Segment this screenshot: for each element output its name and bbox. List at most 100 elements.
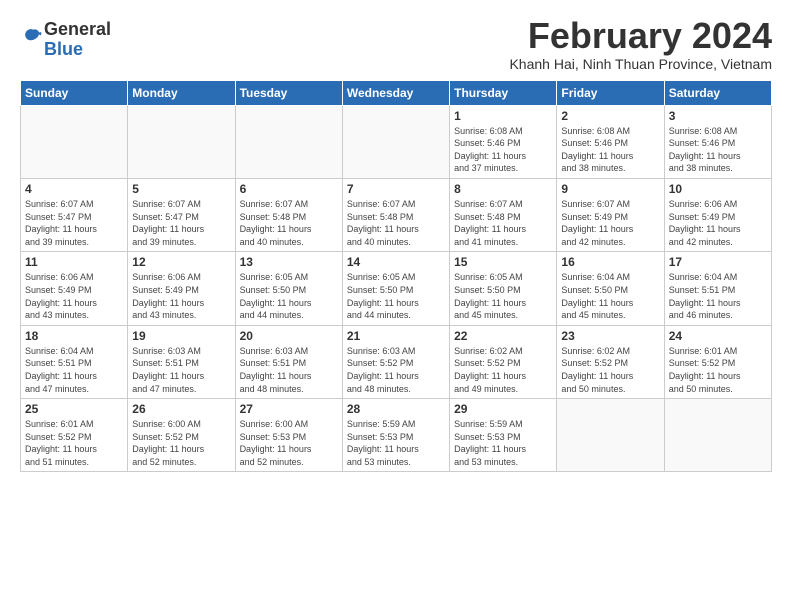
day-info: Sunrise: 6:07 AMSunset: 5:47 PMDaylight:… (132, 198, 230, 248)
day-number: 22 (454, 329, 552, 343)
calendar-day-cell: 26Sunrise: 6:00 AMSunset: 5:52 PMDayligh… (128, 399, 235, 472)
column-header-thursday: Thursday (450, 80, 557, 105)
calendar-header-row: SundayMondayTuesdayWednesdayThursdayFrid… (21, 80, 772, 105)
calendar-day-cell: 2 Sunrise: 6:08 AMSunset: 5:46 PMDaylight… (557, 105, 664, 178)
day-number: 1 (454, 109, 552, 123)
day-number: 3 (669, 109, 767, 123)
calendar-day-cell: 23 Sunrise: 6:02 AMSunset: 5:52 PMDayligh… (557, 325, 664, 398)
calendar-day-cell: 15Sunrise: 6:05 AMSunset: 5:50 PMDayligh… (450, 252, 557, 325)
location-subtitle: Khanh Hai, Ninh Thuan Province, Vietnam (509, 56, 772, 72)
calendar-day-cell: 12 Sunrise: 6:06 AMSunset: 5:49 PMDayligh… (128, 252, 235, 325)
calendar-week-row: 11 Sunrise: 6:06 AMSunset: 5:49 PMDayligh… (21, 252, 772, 325)
calendar-day-cell (557, 399, 664, 472)
day-info: Sunrise: 6:01 AMSunset: 5:52 PMDaylight:… (669, 345, 767, 395)
day-info: Sunrise: 6:02 AMSunset: 5:52 PMDaylight:… (454, 345, 552, 395)
day-info: Sunrise: 6:07 AMSunset: 5:48 PMDaylight:… (347, 198, 445, 248)
calendar-day-cell (21, 105, 128, 178)
calendar-day-cell: 14 Sunrise: 6:05 AMSunset: 5:50 PMDayligh… (342, 252, 449, 325)
calendar-day-cell: 8 Sunrise: 6:07 AMSunset: 5:48 PMDaylight… (450, 178, 557, 251)
day-info: Sunrise: 6:08 AMSunset: 5:46 PMDaylight:… (669, 125, 767, 175)
calendar-day-cell (342, 105, 449, 178)
day-number: 6 (240, 182, 338, 196)
calendar-day-cell: 29 Sunrise: 5:59 AMSunset: 5:53 PMDayligh… (450, 399, 557, 472)
day-number: 28 (347, 402, 445, 416)
logo-general: General (44, 20, 111, 40)
day-number: 15 (454, 255, 552, 269)
calendar-day-cell: 24 Sunrise: 6:01 AMSunset: 5:52 PMDayligh… (664, 325, 771, 398)
calendar-day-cell: 9 Sunrise: 6:07 AMSunset: 5:49 PMDaylight… (557, 178, 664, 251)
day-number: 27 (240, 402, 338, 416)
day-number: 13 (240, 255, 338, 269)
day-info: Sunrise: 6:07 AMSunset: 5:48 PMDaylight:… (454, 198, 552, 248)
calendar-day-cell: 17 Sunrise: 6:04 AMSunset: 5:51 PMDayligh… (664, 252, 771, 325)
calendar-week-row: 1 Sunrise: 6:08 AMSunset: 5:46 PMDaylight… (21, 105, 772, 178)
day-info: Sunrise: 6:04 AMSunset: 5:51 PMDaylight:… (669, 271, 767, 321)
day-info: Sunrise: 6:04 AMSunset: 5:51 PMDaylight:… (25, 345, 123, 395)
calendar-day-cell: 25 Sunrise: 6:01 AMSunset: 5:52 PMDayligh… (21, 399, 128, 472)
calendar-day-cell: 19 Sunrise: 6:03 AMSunset: 5:51 PMDayligh… (128, 325, 235, 398)
day-info: Sunrise: 6:02 AMSunset: 5:52 PMDaylight:… (561, 345, 659, 395)
day-info: Sunrise: 6:05 AMSunset: 5:50 PMDaylight:… (240, 271, 338, 321)
day-info: Sunrise: 6:03 AMSunset: 5:51 PMDaylight:… (240, 345, 338, 395)
calendar-day-cell: 18 Sunrise: 6:04 AMSunset: 5:51 PMDayligh… (21, 325, 128, 398)
month-title: February 2024 (509, 16, 772, 56)
calendar-day-cell (235, 105, 342, 178)
day-number: 8 (454, 182, 552, 196)
day-number: 4 (25, 182, 123, 196)
calendar-day-cell: 20 Sunrise: 6:03 AMSunset: 5:51 PMDayligh… (235, 325, 342, 398)
day-number: 19 (132, 329, 230, 343)
calendar-day-cell: 6 Sunrise: 6:07 AMSunset: 5:48 PMDaylight… (235, 178, 342, 251)
calendar-week-row: 25 Sunrise: 6:01 AMSunset: 5:52 PMDayligh… (21, 399, 772, 472)
logo-bird-icon (22, 26, 44, 48)
calendar-day-cell (128, 105, 235, 178)
day-number: 23 (561, 329, 659, 343)
day-info: Sunrise: 6:08 AMSunset: 5:46 PMDaylight:… (561, 125, 659, 175)
day-info: Sunrise: 6:05 AMSunset: 5:50 PMDaylight:… (347, 271, 445, 321)
day-info: Sunrise: 6:00 AMSunset: 5:53 PMDaylight:… (240, 418, 338, 468)
day-info: Sunrise: 6:07 AMSunset: 5:48 PMDaylight:… (240, 198, 338, 248)
day-info: Sunrise: 6:03 AMSunset: 5:52 PMDaylight:… (347, 345, 445, 395)
day-number: 7 (347, 182, 445, 196)
column-header-sunday: Sunday (21, 80, 128, 105)
day-number: 26 (132, 402, 230, 416)
calendar-day-cell: 1 Sunrise: 6:08 AMSunset: 5:46 PMDaylight… (450, 105, 557, 178)
day-number: 17 (669, 255, 767, 269)
day-info: Sunrise: 6:04 AMSunset: 5:50 PMDaylight:… (561, 271, 659, 321)
day-number: 16 (561, 255, 659, 269)
day-number: 2 (561, 109, 659, 123)
calendar-day-cell: 16 Sunrise: 6:04 AMSunset: 5:50 PMDayligh… (557, 252, 664, 325)
day-info: Sunrise: 6:03 AMSunset: 5:51 PMDaylight:… (132, 345, 230, 395)
column-header-tuesday: Tuesday (235, 80, 342, 105)
day-number: 29 (454, 402, 552, 416)
day-info: Sunrise: 5:59 AMSunset: 5:53 PMDaylight:… (454, 418, 552, 468)
calendar-day-cell: 28Sunrise: 5:59 AMSunset: 5:53 PMDayligh… (342, 399, 449, 472)
day-number: 9 (561, 182, 659, 196)
day-number: 18 (25, 329, 123, 343)
day-number: 11 (25, 255, 123, 269)
calendar-week-row: 4 Sunrise: 6:07 AMSunset: 5:47 PMDaylight… (21, 178, 772, 251)
day-info: Sunrise: 6:06 AMSunset: 5:49 PMDaylight:… (132, 271, 230, 321)
logo-blue: Blue (44, 40, 111, 60)
day-info: Sunrise: 6:08 AMSunset: 5:46 PMDaylight:… (454, 125, 552, 175)
column-header-monday: Monday (128, 80, 235, 105)
calendar-table: SundayMondayTuesdayWednesdayThursdayFrid… (20, 80, 772, 473)
day-number: 21 (347, 329, 445, 343)
day-info: Sunrise: 6:06 AMSunset: 5:49 PMDaylight:… (669, 198, 767, 248)
day-number: 14 (347, 255, 445, 269)
day-number: 12 (132, 255, 230, 269)
day-info: Sunrise: 6:07 AMSunset: 5:47 PMDaylight:… (25, 198, 123, 248)
day-number: 25 (25, 402, 123, 416)
calendar-day-cell: 5 Sunrise: 6:07 AMSunset: 5:47 PMDaylight… (128, 178, 235, 251)
day-info: Sunrise: 6:01 AMSunset: 5:52 PMDaylight:… (25, 418, 123, 468)
column-header-saturday: Saturday (664, 80, 771, 105)
logo: General Blue (20, 20, 111, 60)
day-info: Sunrise: 6:06 AMSunset: 5:49 PMDaylight:… (25, 271, 123, 321)
day-number: 24 (669, 329, 767, 343)
day-number: 5 (132, 182, 230, 196)
day-number: 20 (240, 329, 338, 343)
column-header-wednesday: Wednesday (342, 80, 449, 105)
day-info: Sunrise: 6:07 AMSunset: 5:49 PMDaylight:… (561, 198, 659, 248)
column-header-friday: Friday (557, 80, 664, 105)
calendar-day-cell: 22 Sunrise: 6:02 AMSunset: 5:52 PMDayligh… (450, 325, 557, 398)
calendar-day-cell: 21 Sunrise: 6:03 AMSunset: 5:52 PMDayligh… (342, 325, 449, 398)
